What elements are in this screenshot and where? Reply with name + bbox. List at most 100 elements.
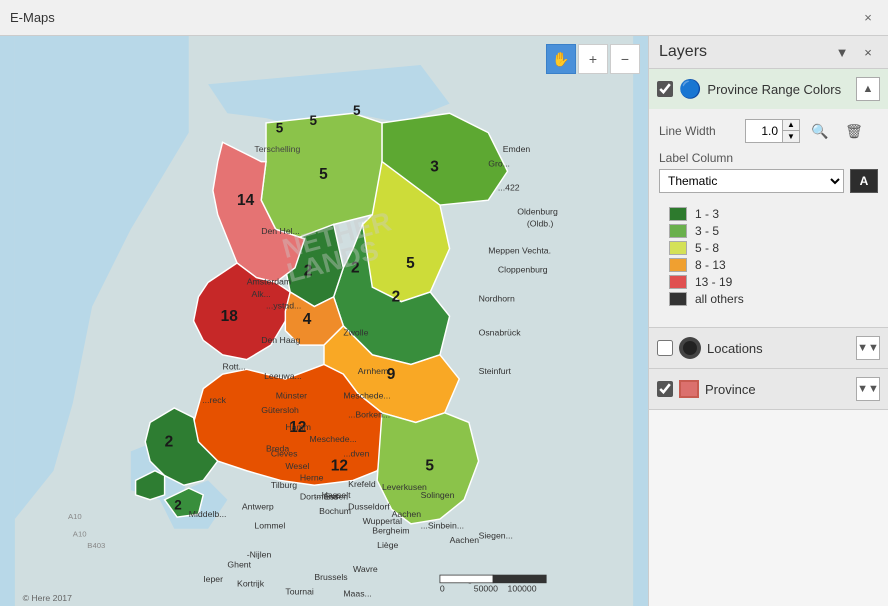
legend-label-3-5: 3 - 5 xyxy=(695,224,719,238)
legend-area: 1 - 3 3 - 5 5 - 8 8 - 13 xyxy=(659,201,878,319)
svg-text:Gütersloh: Gütersloh xyxy=(261,405,299,415)
line-width-input[interactable] xyxy=(746,120,782,142)
svg-text:A10: A10 xyxy=(73,529,87,538)
svg-text:Steinfurt: Steinfurt xyxy=(479,366,512,376)
line-width-up-btn[interactable]: ▲ xyxy=(783,120,799,131)
svg-text:Cloppenburg: Cloppenburg xyxy=(498,265,548,275)
legend-label-13-19: 13 - 19 xyxy=(695,275,732,289)
svg-text:-Nijlen: -Nijlen xyxy=(247,550,272,560)
svg-text:...dven: ...dven xyxy=(343,448,369,458)
svg-text:5: 5 xyxy=(425,458,434,475)
svg-text:2: 2 xyxy=(392,289,401,306)
zoom-icon-btn[interactable]: 🔍 xyxy=(806,117,834,145)
svg-text:Krefeld: Krefeld xyxy=(348,479,376,489)
svg-text:Maas...: Maas... xyxy=(343,588,372,598)
legend-color-all-others xyxy=(669,292,687,306)
svg-text:Emden: Emden xyxy=(503,144,531,154)
legend-item-3-5: 3 - 5 xyxy=(669,224,868,238)
svg-text:Tilburg: Tilburg xyxy=(271,480,297,490)
layer-locations-label: Locations xyxy=(707,341,850,356)
app-title: E-Maps xyxy=(10,10,55,25)
svg-text:Meschede...: Meschede... xyxy=(343,390,390,400)
legend-item-1-3: 1 - 3 xyxy=(669,207,868,221)
label-column-apply-btn[interactable]: A xyxy=(850,169,878,193)
svg-text:Wesel: Wesel xyxy=(285,461,309,471)
legend-color-8-13 xyxy=(669,258,687,272)
svg-text:5: 5 xyxy=(310,113,318,128)
svg-text:Dortmund: Dortmund xyxy=(300,492,338,502)
svg-text:4: 4 xyxy=(303,311,312,328)
svg-text:50000: 50000 xyxy=(474,584,498,594)
map-toolbar: ✋ + − xyxy=(546,44,640,74)
layer-province-label: Province xyxy=(705,382,850,397)
layers-collapse-icon[interactable]: ▼ xyxy=(832,42,852,62)
svg-text:Arnhem: Arnhem xyxy=(358,366,388,376)
svg-text:Kortrijk: Kortrijk xyxy=(237,579,265,589)
svg-text:Wuppertal: Wuppertal xyxy=(363,516,403,526)
line-width-row: Line Width ▲ ▼ 🔍 🗑 xyxy=(659,117,878,145)
svg-text:100000: 100000 xyxy=(508,584,537,594)
svg-text:5: 5 xyxy=(319,166,328,183)
legend-color-3-5 xyxy=(669,224,687,238)
netherlands-map: 3 5 5 2 2 2 14 18 4 9 12 12 5 2 2 Tersch… xyxy=(0,36,648,606)
legend-color-1-3 xyxy=(669,207,687,221)
layer-province-range-collapse-btn[interactable]: ▲ xyxy=(856,77,880,101)
layers-panel-title: Layers xyxy=(659,43,707,61)
svg-text:...ystad...: ...ystad... xyxy=(266,300,301,310)
layer-province-checkbox[interactable] xyxy=(657,381,673,397)
svg-text:...reck: ...reck xyxy=(202,395,226,405)
svg-text:Terschelling: Terschelling xyxy=(254,144,300,154)
close-button[interactable]: × xyxy=(858,8,878,28)
legend-label-5-8: 5 - 8 xyxy=(695,241,719,255)
line-width-spinner: ▲ ▼ xyxy=(782,120,799,142)
svg-text:0: 0 xyxy=(440,584,445,594)
svg-text:Alk...: Alk... xyxy=(252,289,271,299)
svg-text:Dusseldorf: Dusseldorf xyxy=(348,501,390,511)
svg-text:...422: ...422 xyxy=(498,183,520,193)
legend-item-8-13: 8 - 13 xyxy=(669,258,868,272)
svg-text:5: 5 xyxy=(276,121,284,136)
layer-province-range-label: Province Range Colors xyxy=(707,82,850,97)
svg-text:Gro...: Gro... xyxy=(488,158,510,168)
svg-text:Tournai: Tournai xyxy=(285,586,314,596)
layers-header-icons: ▼ × xyxy=(832,42,878,62)
line-width-down-btn[interactable]: ▼ xyxy=(783,131,799,142)
legend-color-5-8 xyxy=(669,241,687,255)
line-width-label: Line Width xyxy=(659,124,739,138)
layer-locations-checkbox[interactable] xyxy=(657,340,673,356)
svg-text:5: 5 xyxy=(353,103,361,118)
svg-text:Brussels: Brussels xyxy=(314,572,348,582)
layers-close-icon[interactable]: × xyxy=(858,42,878,62)
layer-locations-collapse-btn[interactable]: ▼▼ xyxy=(856,336,880,360)
layer-province-collapse-btn[interactable]: ▼▼ xyxy=(856,377,880,401)
svg-text:Amsterdam: Amsterdam xyxy=(247,276,291,286)
layer-province-range-checkbox[interactable] xyxy=(657,81,673,97)
legend-item-5-8: 5 - 8 xyxy=(669,241,868,255)
svg-text:B403: B403 xyxy=(87,541,105,550)
svg-text:Münster: Münster xyxy=(276,390,307,400)
svg-text:Middelb...: Middelb... xyxy=(189,509,227,519)
layer-section-province: Province ▼▼ xyxy=(649,369,888,410)
svg-text:Lommel: Lommel xyxy=(254,521,285,531)
svg-text:Meschede...: Meschede... xyxy=(310,434,357,444)
svg-text:Bergheim: Bergheim xyxy=(372,526,409,536)
zoom-in-button[interactable]: + xyxy=(578,44,608,74)
svg-text:12: 12 xyxy=(331,458,348,475)
label-column-select[interactable]: Thematic Province Value xyxy=(659,169,844,193)
hand-tool-button[interactable]: ✋ xyxy=(546,44,576,74)
delete-icon-btn[interactable]: 🗑 xyxy=(840,117,868,145)
svg-text:...Sinbein...: ...Sinbein... xyxy=(421,521,464,531)
svg-text:Siegen...: Siegen... xyxy=(479,530,513,540)
layer-locations-icon xyxy=(679,337,701,359)
zoom-out-button[interactable]: − xyxy=(610,44,640,74)
svg-text:Aachen: Aachen xyxy=(450,535,480,545)
top-bar: E-Maps × xyxy=(0,0,888,36)
map-area: ✋ + − xyxy=(0,36,648,606)
svg-text:Ghent: Ghent xyxy=(227,559,251,569)
svg-text:Antwerp: Antwerp xyxy=(242,501,274,511)
layer-province-icon xyxy=(679,380,699,398)
svg-text:Herne: Herne xyxy=(300,472,324,482)
svg-text:Wavre: Wavre xyxy=(353,564,378,574)
svg-text:A10: A10 xyxy=(68,512,82,521)
layer-section-province-range: 🔵 Province Range Colors ▲ Line Width ▲ ▼ xyxy=(649,69,888,328)
